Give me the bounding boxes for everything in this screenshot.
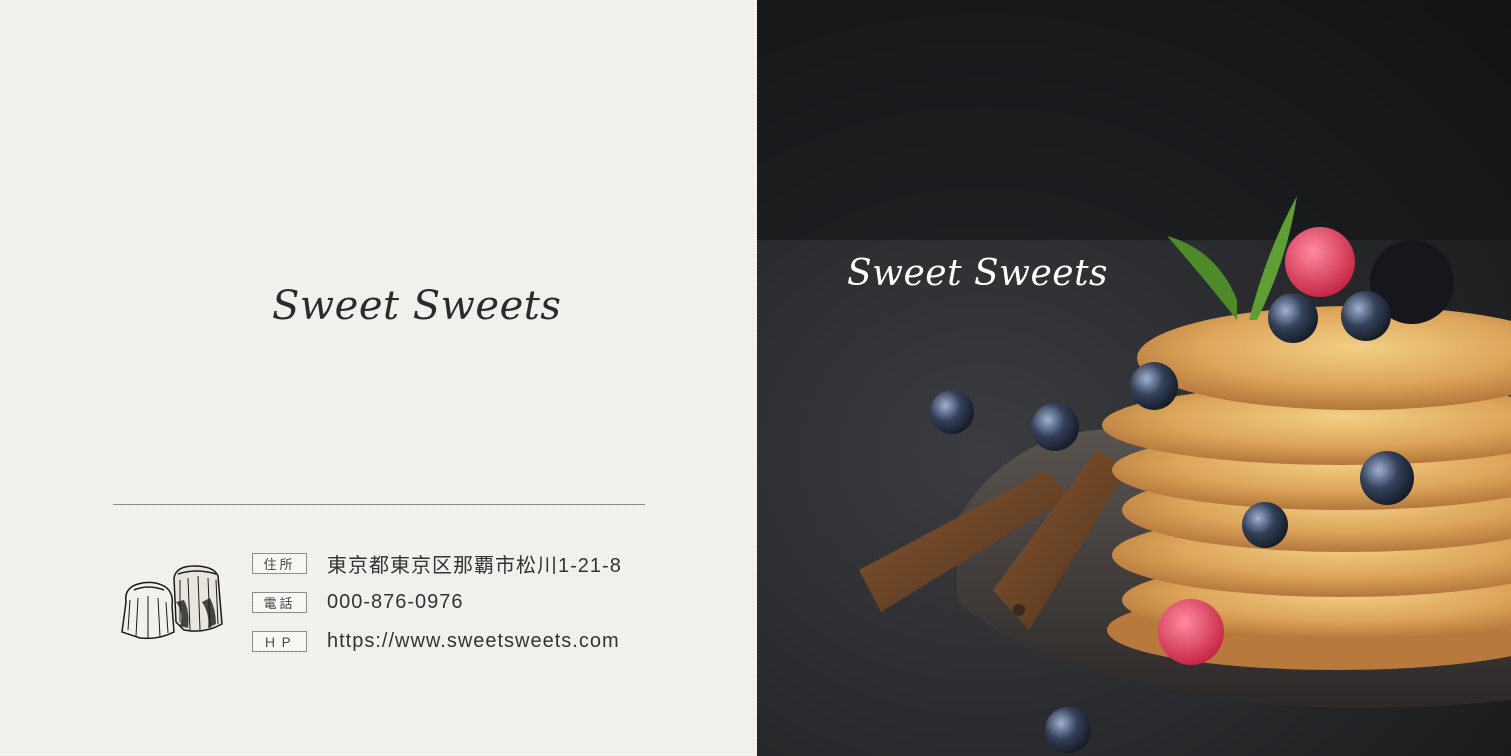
brand-logo-text-overlay: Sweet Sweets xyxy=(847,253,1109,294)
brand-logo-text: Sweet Sweets xyxy=(272,283,562,329)
divider-line xyxy=(113,504,645,505)
address-label: 住所 xyxy=(252,552,307,574)
canele-icon xyxy=(121,565,223,640)
address-value: 東京都東京区那覇市松川1-21-8 xyxy=(327,554,622,577)
phone-value: 000-876-0976 xyxy=(327,590,464,613)
website-label: ＨＰ xyxy=(252,630,307,652)
address-row: 住所 東京都東京区那覇市松川1-21-8 xyxy=(252,550,622,577)
phone-row: 電話 000-876-0976 xyxy=(252,589,464,615)
card-front-panel: Sweet Sweets 住所 東京都東京区那覇市松川1-21-8 電話 000… xyxy=(0,0,757,756)
pancake-photo xyxy=(757,0,1511,753)
website-value[interactable]: https://www.sweetsweets.com xyxy=(327,630,620,653)
phone-label: 電話 xyxy=(252,591,307,613)
website-row: ＨＰ https://www.sweetsweets.com xyxy=(252,628,620,654)
card-back-panel: Sweet Sweets xyxy=(757,0,1511,756)
